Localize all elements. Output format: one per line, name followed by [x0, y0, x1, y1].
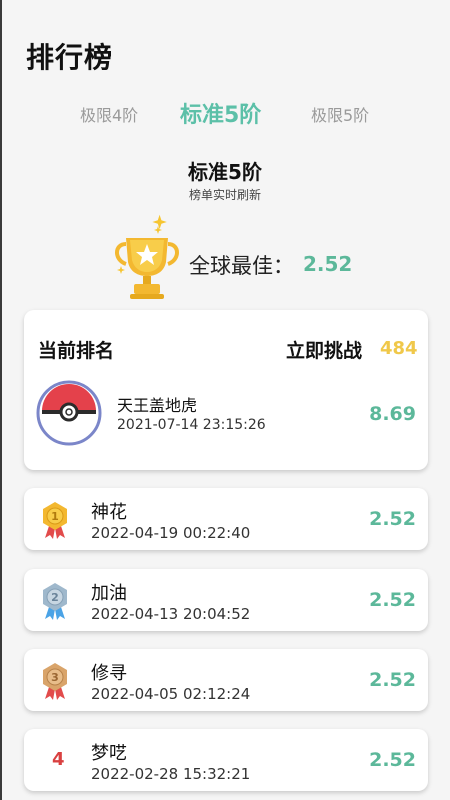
avatar[interactable]	[36, 380, 102, 446]
row-time: 2022-02-28 15:32:21	[91, 765, 251, 783]
row-name: 神花	[91, 502, 127, 523]
row-time: 2022-04-19 00:22:40	[91, 524, 251, 542]
silver-medal-icon: 2	[43, 583, 67, 620]
row-score: 2.52	[369, 508, 416, 530]
trophy-icon	[115, 214, 179, 299]
current-user-score: 8.69	[369, 403, 416, 425]
svg-text:3: 3	[51, 671, 59, 684]
rank-number: 4	[52, 749, 65, 770]
row-name: 加油	[91, 583, 127, 604]
row-score: 2.52	[369, 589, 416, 611]
ranking-row[interactable]: 4 梦呓 2022-02-28 15:32:21 2.52	[24, 729, 428, 791]
bronze-medal-icon: 3	[43, 663, 67, 700]
page-title: 排行榜	[26, 41, 114, 74]
svg-text:1: 1	[51, 510, 59, 523]
row-time: 2022-04-05 02:12:24	[91, 685, 251, 703]
row-score: 2.52	[369, 669, 416, 691]
challenge-button[interactable]: 立即挑战	[286, 336, 362, 363]
ranking-row[interactable]: 1 神花 2022-04-19 00:22:40 2.52	[24, 488, 428, 550]
tab-extreme-5[interactable]: 极限5阶	[311, 96, 369, 136]
current-rank-card: 当前排名 立即挑战 484 天王盖地虎 2021-07-14 23:15:26 …	[24, 310, 428, 470]
global-best-label: 全球最佳：	[189, 254, 294, 278]
svg-text:2: 2	[51, 591, 59, 604]
current-user-name: 天王盖地虎	[117, 396, 198, 415]
gold-medal-icon: 1	[43, 502, 67, 539]
ranking-row[interactable]: 3 修寻 2022-04-05 02:12:24 2.52	[24, 649, 428, 711]
current-user-time: 2021-07-14 23:15:26	[117, 417, 266, 433]
section-title: 标准5阶	[188, 160, 262, 184]
ranking-row[interactable]: 2 加油 2022-04-13 20:04:52 2.52	[24, 569, 428, 631]
row-time: 2022-04-13 20:04:52	[91, 605, 251, 623]
tab-standard-5[interactable]: 标准5阶	[180, 96, 261, 136]
difficulty-tabs: 极限4阶 标准5阶 极限5阶	[0, 96, 450, 136]
row-name: 修寻	[91, 663, 127, 684]
row-name: 梦呓	[91, 743, 127, 764]
section-caption: 榜单实时刷新	[188, 188, 261, 202]
current-rank-title: 当前排名	[38, 340, 115, 362]
challenge-count: 484	[380, 338, 418, 359]
tab-extreme-4[interactable]: 极限4阶	[80, 96, 138, 136]
row-score: 2.52	[369, 749, 416, 771]
global-best-value: 2.52	[303, 252, 353, 276]
